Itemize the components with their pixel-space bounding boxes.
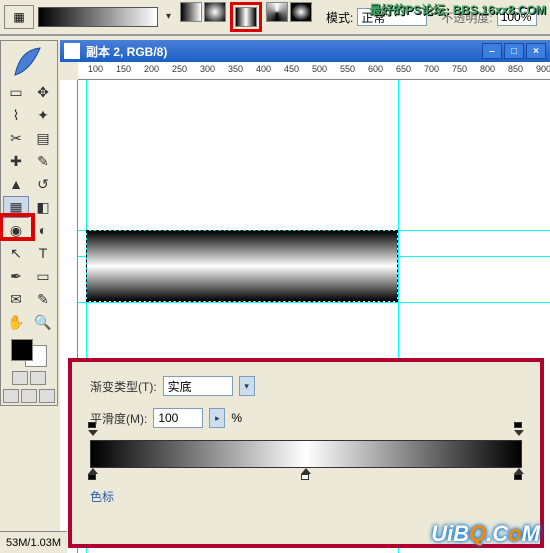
ruler-tick: 400 <box>256 64 271 74</box>
slice-tool[interactable]: ▤ <box>30 127 56 149</box>
ruler-tick: 200 <box>144 64 159 74</box>
status-bar: 53M/1.03M <box>0 531 67 553</box>
crop-tool[interactable]: ✂ <box>3 127 29 149</box>
lasso-tool[interactable]: ⌇ <box>3 104 29 126</box>
ruler-tick: 900 <box>536 64 550 74</box>
smoothness-label: 平滑度(M): <box>90 410 147 427</box>
gradient-fill-preview <box>87 231 397 301</box>
quick-mask-button[interactable] <box>12 371 28 385</box>
gradient-bar-wrap <box>90 440 522 468</box>
ruler-tick: 450 <box>284 64 299 74</box>
foreground-color-swatch[interactable] <box>11 339 33 361</box>
window-controls: – □ × <box>482 43 546 59</box>
pen-tool[interactable]: ✒ <box>3 265 29 287</box>
smoothness-slider-button[interactable]: ▸ <box>209 408 225 428</box>
notes-tool[interactable]: ✉ <box>3 288 29 310</box>
ruler-tick: 250 <box>172 64 187 74</box>
history-brush-tool[interactable]: ↺ <box>30 173 56 195</box>
brush-tool[interactable]: ✎ <box>30 150 56 172</box>
ruler-tick: 350 <box>228 64 243 74</box>
linear-gradient-button[interactable] <box>180 2 202 22</box>
highlight-box-reflected <box>230 2 262 32</box>
mode-std-button[interactable] <box>3 389 19 403</box>
watermark-bottom: UiBQ.CoM <box>431 521 540 547</box>
horizontal-ruler: 100 150 200 250 300 350 400 450 500 550 … <box>78 62 550 80</box>
minimize-button[interactable]: – <box>482 43 502 59</box>
ruler-tick: 150 <box>116 64 131 74</box>
mode-label: 模式: <box>326 9 353 26</box>
gradient-picker[interactable] <box>38 7 158 27</box>
gradient-type-group <box>180 2 312 32</box>
tool-preset-picker[interactable]: ▦ <box>4 5 34 29</box>
ruler-tick: 700 <box>424 64 439 74</box>
dropdown-arrow-icon[interactable]: ▾ <box>239 376 255 396</box>
selection-marquee[interactable] <box>86 230 398 302</box>
gradient-type-label: 渐变类型(T): <box>90 378 157 395</box>
color-stop-mid[interactable] <box>301 468 311 480</box>
reflected-gradient-button[interactable] <box>235 7 257 27</box>
toolbox: ▭ ✥ ⌇ ✦ ✂ ▤ ✚ ✎ ▲ ↺ ▦ ◧ ◉ ◐ ↖ T ✒ ▭ ✉ ✎ … <box>0 40 58 406</box>
highlight-box-gradient-tool <box>0 213 35 241</box>
wand-tool[interactable]: ✦ <box>30 104 56 126</box>
document-titlebar: 副本 2, RGB/8) – □ × <box>60 40 550 62</box>
opacity-stop-right[interactable] <box>514 430 524 440</box>
ruler-tick: 300 <box>200 64 215 74</box>
move-tool[interactable]: ✥ <box>30 81 56 103</box>
guide-horizontal[interactable] <box>78 302 550 303</box>
status-text: 53M/1.03M <box>6 537 61 549</box>
path-tool[interactable]: ↖ <box>3 242 29 264</box>
color-stop-right[interactable] <box>514 468 524 480</box>
eyedropper-tool[interactable]: ✎ <box>30 288 56 310</box>
opacity-stop-left[interactable] <box>88 430 98 440</box>
angular-gradient-button[interactable] <box>266 2 288 22</box>
maximize-button[interactable]: □ <box>504 43 524 59</box>
healing-tool[interactable]: ✚ <box>3 150 29 172</box>
ruler-tick: 800 <box>480 64 495 74</box>
watermark-top: 最好的PS论坛: BBS.16xx8.COM <box>369 1 546 18</box>
screen-mode-button[interactable] <box>30 371 46 385</box>
gradient-editor-panel: 渐变类型(T): 实底 ▾ 平滑度(M): 100 ▸ % 色标 <box>68 358 544 548</box>
ps-document-icon <box>64 43 80 59</box>
smoothness-unit: % <box>231 411 242 425</box>
ruler-tick: 600 <box>368 64 383 74</box>
ruler-tick: 650 <box>396 64 411 74</box>
type-tool[interactable]: T <box>30 242 56 264</box>
stamp-tool[interactable]: ▲ <box>3 173 29 195</box>
zoom-tool[interactable]: 🔍 <box>30 311 56 333</box>
mode-full-button[interactable] <box>21 389 37 403</box>
diamond-gradient-button[interactable] <box>290 2 312 22</box>
ruler-tick: 850 <box>508 64 523 74</box>
close-button[interactable]: × <box>526 43 546 59</box>
smoothness-input[interactable]: 100 <box>153 408 203 428</box>
shape-tool[interactable]: ▭ <box>30 265 56 287</box>
mode-menu-button[interactable] <box>39 389 55 403</box>
document-title: 副本 2, RGB/8) <box>86 43 167 60</box>
photoshop-logo <box>3 43 57 81</box>
marquee-tool[interactable]: ▭ <box>3 81 29 103</box>
gradient-type-select[interactable]: 实底 <box>163 376 233 396</box>
hand-tool[interactable]: ✋ <box>3 311 29 333</box>
radial-gradient-button[interactable] <box>204 2 226 22</box>
ruler-tick: 750 <box>452 64 467 74</box>
ruler-tick: 100 <box>88 64 103 74</box>
color-swatches <box>3 339 55 403</box>
color-stop-section-label: 色标 <box>90 488 522 505</box>
color-stop-left[interactable] <box>88 468 98 480</box>
ruler-tick: 500 <box>312 64 327 74</box>
gradient-bar[interactable] <box>90 440 522 468</box>
ruler-tick: 550 <box>340 64 355 74</box>
